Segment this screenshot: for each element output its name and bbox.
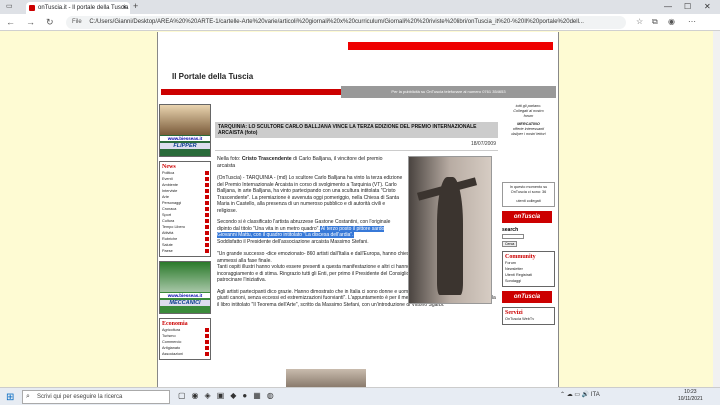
tab-actions-icon[interactable]: ▭ <box>6 2 16 11</box>
search-button[interactable]: Cerca <box>502 241 518 247</box>
caption-title: Cristo Trascendente <box>241 156 292 162</box>
community-list: Forum Newsletter Utenti Registrati Sondaggi <box>505 260 552 284</box>
right-column: tutti gli parlano. Collegati al nostro for… <box>502 104 555 325</box>
sub-nav-item[interactable]: Sport <box>205 98 225 103</box>
advert-bar: Per la pubblicità su OnTuscia telefonare… <box>341 86 556 98</box>
taskbar-search-placeholder: Scrivi qui per eseguire la ricerca <box>37 394 123 400</box>
browser-toolbar: ← → ↻ File C:/Users/Gianni/Desktop/AREA%… <box>0 14 720 31</box>
search-box: search Cerca <box>502 227 555 247</box>
banner-url: www.biesseas.it <box>160 293 210 298</box>
reload-icon[interactable]: ↻ <box>46 16 54 29</box>
windows-start-icon[interactable]: ⊞ <box>6 392 14 403</box>
community-item[interactable]: Sondaggi <box>505 278 552 284</box>
system-tray[interactable]: ⌃ ☁ ▭ 🔊 ITA <box>560 391 600 398</box>
clock-time: 10:23 <box>684 389 697 395</box>
taskbar-apps[interactable]: ▢◉◈▣◆●▦◍ <box>178 391 280 400</box>
caption-prefix: Nella foto: <box>217 156 242 162</box>
article-column: TARQUINIA: LO SCULTORE CARLO BALLJANA VI… <box>215 122 498 313</box>
servizi-item[interactable]: OnTuscia WebTv <box>505 316 552 322</box>
tab-bar: ▭ onTuscia.it - Il portale della Tuscia … <box>0 0 720 14</box>
left-column: www.biesseas.it FLIPPER News Politica Eve… <box>159 104 211 364</box>
site-container: Home Redazione Forum Newsletter Registrati Me… <box>157 32 559 387</box>
sub-nav-item[interactable]: Politica <box>182 98 205 103</box>
online-link[interactable]: utenti collegati <box>505 199 552 204</box>
forward-icon[interactable]: → <box>26 16 35 29</box>
close-tab-icon[interactable]: ✕ <box>122 2 127 14</box>
mercatino-line: dai/per i nostri lettori <box>511 132 546 136</box>
ontuscia-logo[interactable]: onTuscia <box>502 211 552 223</box>
article-paragraph: (OnTuscia) - TARQUINIA - (md) Lo scultor… <box>217 175 403 214</box>
top-nav-item[interactable]: Newsletter <box>413 50 440 58</box>
taskbar-clock[interactable]: 10:23 10/11/2021 <box>678 389 703 403</box>
sub-nav-item[interactable]: Ambiente <box>224 98 251 103</box>
news-box: News Politica Eventi Ambiente Interviste Art… <box>159 161 211 257</box>
browser-tab[interactable]: onTuscia.it - Il portale della Tuscia ✕ <box>26 2 130 14</box>
article-date: 18/07/2009 <box>215 138 498 151</box>
search-input[interactable] <box>502 233 524 239</box>
tab-title: onTuscia.it - Il portale della Tuscia <box>38 5 129 11</box>
flipper-banner[interactable]: www.biesseas.it FLIPPER <box>159 104 211 157</box>
banner-caption: FLIPPER <box>160 143 210 149</box>
file-scheme-label: File <box>72 19 82 25</box>
site-favicon-icon <box>29 5 35 11</box>
sub-nav-item[interactable]: Cerca <box>161 98 182 103</box>
online-count: In questo momento su OnTuscia ci sono: 3… <box>509 185 548 194</box>
close-window-icon[interactable]: ✕ <box>704 0 711 14</box>
sculpture-figure <box>437 177 463 295</box>
search-icon: ⌕ <box>26 393 30 400</box>
ontuscia-logo-2[interactable]: onTuscia <box>502 291 552 303</box>
article-second-photo <box>286 369 366 387</box>
banner-image <box>160 105 210 135</box>
top-nav: Home Redazione Forum Newsletter Registrati Me… <box>348 42 553 56</box>
minimize-icon[interactable]: — <box>664 0 672 14</box>
maximize-icon[interactable]: ☐ <box>684 0 691 14</box>
address-bar[interactable]: File C:/Users/Gianni/Desktop/AREA%20%20A… <box>66 16 626 29</box>
photo-caption: Nella foto: Cristo Trascendente di Carlo… <box>217 156 402 170</box>
article-body: (OnTuscia) - TARQUINIA - (md) Lo scultor… <box>217 175 405 245</box>
article-paragraph: Secondo si è classificato l'artista abru… <box>217 219 405 245</box>
top-nav-item[interactable]: Forum <box>394 50 413 58</box>
economia-item[interactable]: Associazioni <box>162 351 209 357</box>
top-nav-item[interactable]: Registrati <box>440 50 465 58</box>
search-label: search <box>502 227 519 233</box>
servizi-list: OnTuscia WebTv <box>505 316 552 322</box>
menu-icon[interactable]: ⋯ <box>688 17 696 26</box>
servizi-box: Servizi OnTuscia WebTv <box>502 307 555 325</box>
banner-image <box>160 262 210 292</box>
paragraph-text: Soddisfatto il Presidente dell'associazi… <box>217 238 369 245</box>
mercatino-text: offerte interessanti dai/per i nostri let… <box>502 127 555 137</box>
top-nav-item[interactable]: RSS <box>483 50 498 58</box>
banner-url: www.biesseas.it <box>160 136 210 141</box>
news-item[interactable]: Paese <box>162 248 209 254</box>
new-tab-icon[interactable]: + <box>133 1 138 11</box>
article-headline: TARQUINIA: LO SCULTORE CARLO BALLJANA VI… <box>215 122 498 138</box>
sub-nav: Cerca Politica Sport Ambiente Arte <box>161 89 341 103</box>
banner-caption: MECCANICI <box>160 300 210 306</box>
back-icon[interactable]: ← <box>6 16 15 29</box>
favorites-icon[interactable]: ☆ <box>636 17 643 26</box>
top-nav-item[interactable]: Meteo <box>465 50 484 58</box>
economia-list: Agricoltura Turismo Commercio Artigianato As… <box>162 327 209 357</box>
url-text: C:/Users/Gianni/Desktop/AREA%20%20ARTE-1… <box>89 19 584 25</box>
online-box: In questo momento su OnTuscia ci sono: 3… <box>502 182 555 207</box>
community-box: Community Forum Newsletter Utenti Registra… <box>502 251 555 287</box>
windows-taskbar: ⊞ ⌕ Scrivi qui per eseguire la ricerca ▢… <box>0 387 720 405</box>
collections-icon[interactable]: ⧉ <box>652 17 658 27</box>
forum-line: forum <box>523 114 534 118</box>
site-title: Il Portale della Tuscia <box>172 72 254 81</box>
forum-promo[interactable]: tutti gli parlano. Collegati al nostro for… <box>502 104 555 119</box>
scrollbar[interactable] <box>713 31 720 387</box>
top-nav-item[interactable]: Home <box>348 50 366 58</box>
taskbar-search[interactable]: ⌕ Scrivi qui per eseguire la ricerca <box>22 390 170 404</box>
clock-date: 10/11/2021 <box>678 396 703 402</box>
top-nav-item[interactable]: Redazione <box>366 50 394 58</box>
sub-nav-item[interactable]: Arte <box>251 98 268 103</box>
sculpture-photo <box>408 156 492 304</box>
news-list: Politica Eventi Ambiente Interviste Arte Pers… <box>162 170 209 254</box>
page-viewport: Home Redazione Forum Newsletter Registrati Me… <box>0 32 720 387</box>
meccanici-banner[interactable]: www.biesseas.it MECCANICI <box>159 261 211 314</box>
economia-box: Economia Agricoltura Turismo Commercio Arti… <box>159 318 211 360</box>
profile-icon[interactable]: ◉ <box>668 17 675 26</box>
